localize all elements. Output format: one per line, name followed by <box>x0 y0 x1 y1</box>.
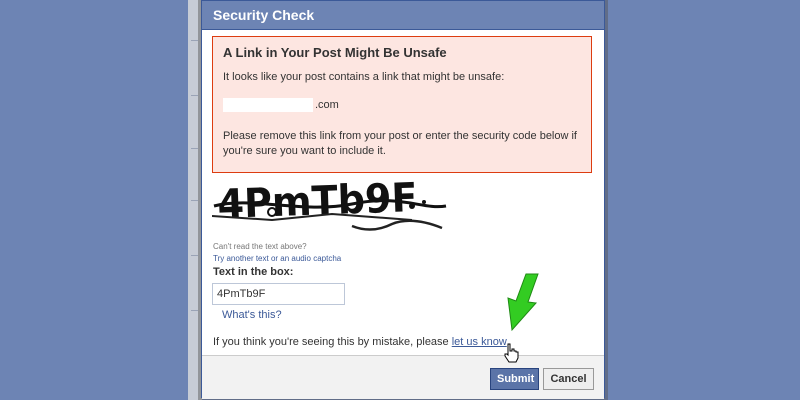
warning-intro-text: It looks like your post contains a link … <box>223 71 505 83</box>
try-another-captcha-link[interactable]: Try another text or an audio captcha <box>213 254 341 263</box>
unsafe-link-warning: A Link in Your Post Might Be Unsafe It l… <box>212 36 592 173</box>
submit-button[interactable]: Submit <box>490 368 539 390</box>
dialog-footer: Submit Cancel <box>202 355 604 399</box>
captcha-input-label: Text in the box: <box>213 266 294 278</box>
let-us-know-link[interactable]: let us know <box>452 336 507 348</box>
flagged-url: .com <box>223 98 581 114</box>
captcha-input[interactable] <box>212 283 345 305</box>
security-check-dialog: Security Check A Link in Your Post Might… <box>201 0 605 399</box>
url-suffix: .com <box>315 99 339 111</box>
mistake-text: If you think you're seeing this by mista… <box>213 336 452 348</box>
green-arrow-icon <box>507 273 539 332</box>
dialog-title: Security Check <box>201 0 605 30</box>
warning-heading: A Link in Your Post Might Be Unsafe <box>223 45 447 60</box>
cancel-button[interactable]: Cancel <box>543 368 594 390</box>
pointer-hand-icon <box>504 343 519 363</box>
cant-read-text: Can't read the text above? <box>213 242 307 251</box>
background-page-strip <box>188 0 202 400</box>
redacted-url-box <box>223 98 313 112</box>
mistake-notice: If you think you're seeing this by mista… <box>213 336 507 348</box>
captcha-image: 4PmTb9F <box>212 176 447 231</box>
warning-instruction-text: Please remove this link from your post o… <box>223 130 577 157</box>
whats-this-link[interactable]: What's this? <box>222 309 282 321</box>
